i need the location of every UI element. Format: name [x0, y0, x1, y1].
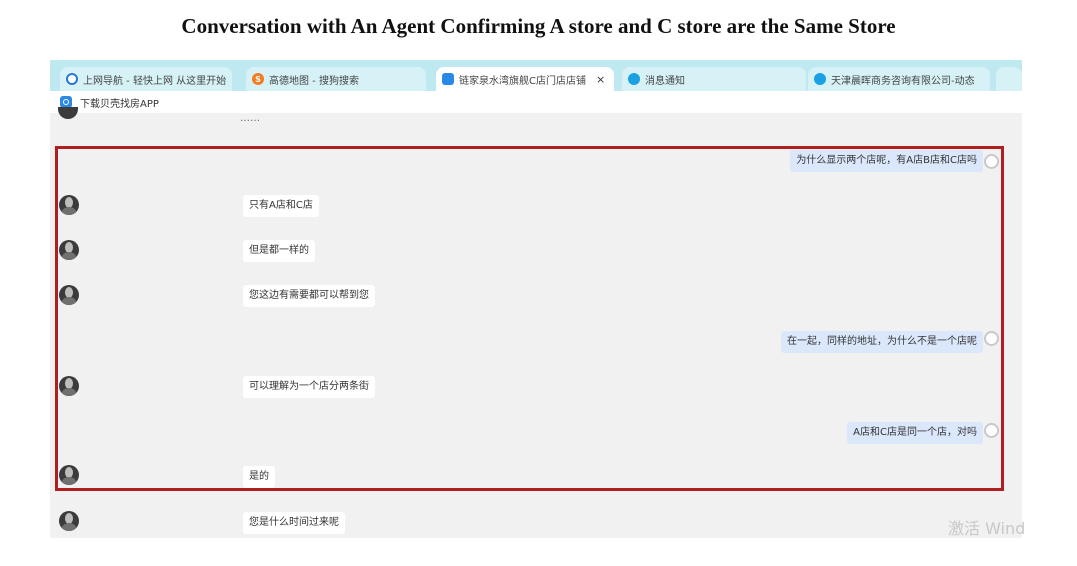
bookmark-bar: 下载贝壳找房APP — [50, 91, 1022, 113]
agent-message: 但是都一样的 — [243, 240, 315, 262]
tab-label: 链家泉水湾旗舰C店门店店铺 — [459, 75, 586, 87]
new-tab-button[interactable] — [996, 67, 1022, 91]
agent-avatar — [59, 285, 79, 305]
tab-label: 上网导航 - 轻快上网 从这里开始 — [83, 75, 227, 87]
tab-messages[interactable]: 消息通知 — [622, 67, 806, 91]
user-message: 为什么显示两个店呢，有A店B店和C店吗 — [790, 150, 983, 172]
agent-message: 是的 — [243, 466, 275, 488]
tab-lianjia-store[interactable]: 链家泉水湾旗舰C店门店店铺 × — [436, 67, 614, 91]
bookmark-download-app[interactable]: 下载贝壳找房APP — [80, 95, 159, 110]
close-tab-icon[interactable]: × — [596, 73, 605, 86]
edge-icon — [66, 73, 78, 85]
message-icon — [628, 73, 640, 85]
tab-label: 高德地图 - 搜狗搜索 — [269, 75, 359, 87]
user-message: 在一起，同样的地址，为什么不是一个店呢 — [781, 331, 983, 353]
agent-avatar — [59, 376, 79, 396]
app-icon — [442, 73, 454, 85]
tab-tianjin-company[interactable]: 天津晨晖商务咨询有限公司-动态 — [808, 67, 990, 91]
agent-message: 您是什么时间过来呢 — [243, 512, 345, 534]
tab-label: 天津晨晖商务咨询有限公司-动态 — [831, 75, 975, 87]
tab-navigation[interactable]: 上网导航 - 轻快上网 从这里开始 — [60, 67, 232, 91]
agent-message: 只有A店和C店 — [243, 195, 319, 217]
partial-message: …… — [240, 113, 260, 124]
sogou-icon: S — [252, 73, 264, 85]
agent-avatar — [59, 240, 79, 260]
agent-message: 可以理解为一个店分两条街 — [243, 376, 375, 398]
tab-gaode-map[interactable]: S 高德地图 - 搜狗搜索 — [246, 67, 426, 91]
agent-avatar — [59, 195, 79, 215]
agent-message: 您这边有需要都可以帮到您 — [243, 285, 375, 307]
activation-watermark: 激活 Wind — [948, 519, 1026, 538]
tab-label: 消息通知 — [645, 75, 685, 87]
message-icon — [814, 73, 826, 85]
user-message: A店和C店是同一个店，对吗 — [847, 422, 983, 444]
user-avatar — [984, 331, 999, 346]
agent-avatar — [59, 511, 79, 531]
figure-caption: Conversation with An Agent Confirming A … — [181, 14, 896, 38]
agent-avatar — [59, 465, 79, 485]
user-avatar — [984, 154, 999, 169]
tab-bar: 上网导航 - 轻快上网 从这里开始 S 高德地图 - 搜狗搜索 链家泉水湾旗舰C… — [50, 60, 1022, 91]
user-avatar — [984, 423, 999, 438]
